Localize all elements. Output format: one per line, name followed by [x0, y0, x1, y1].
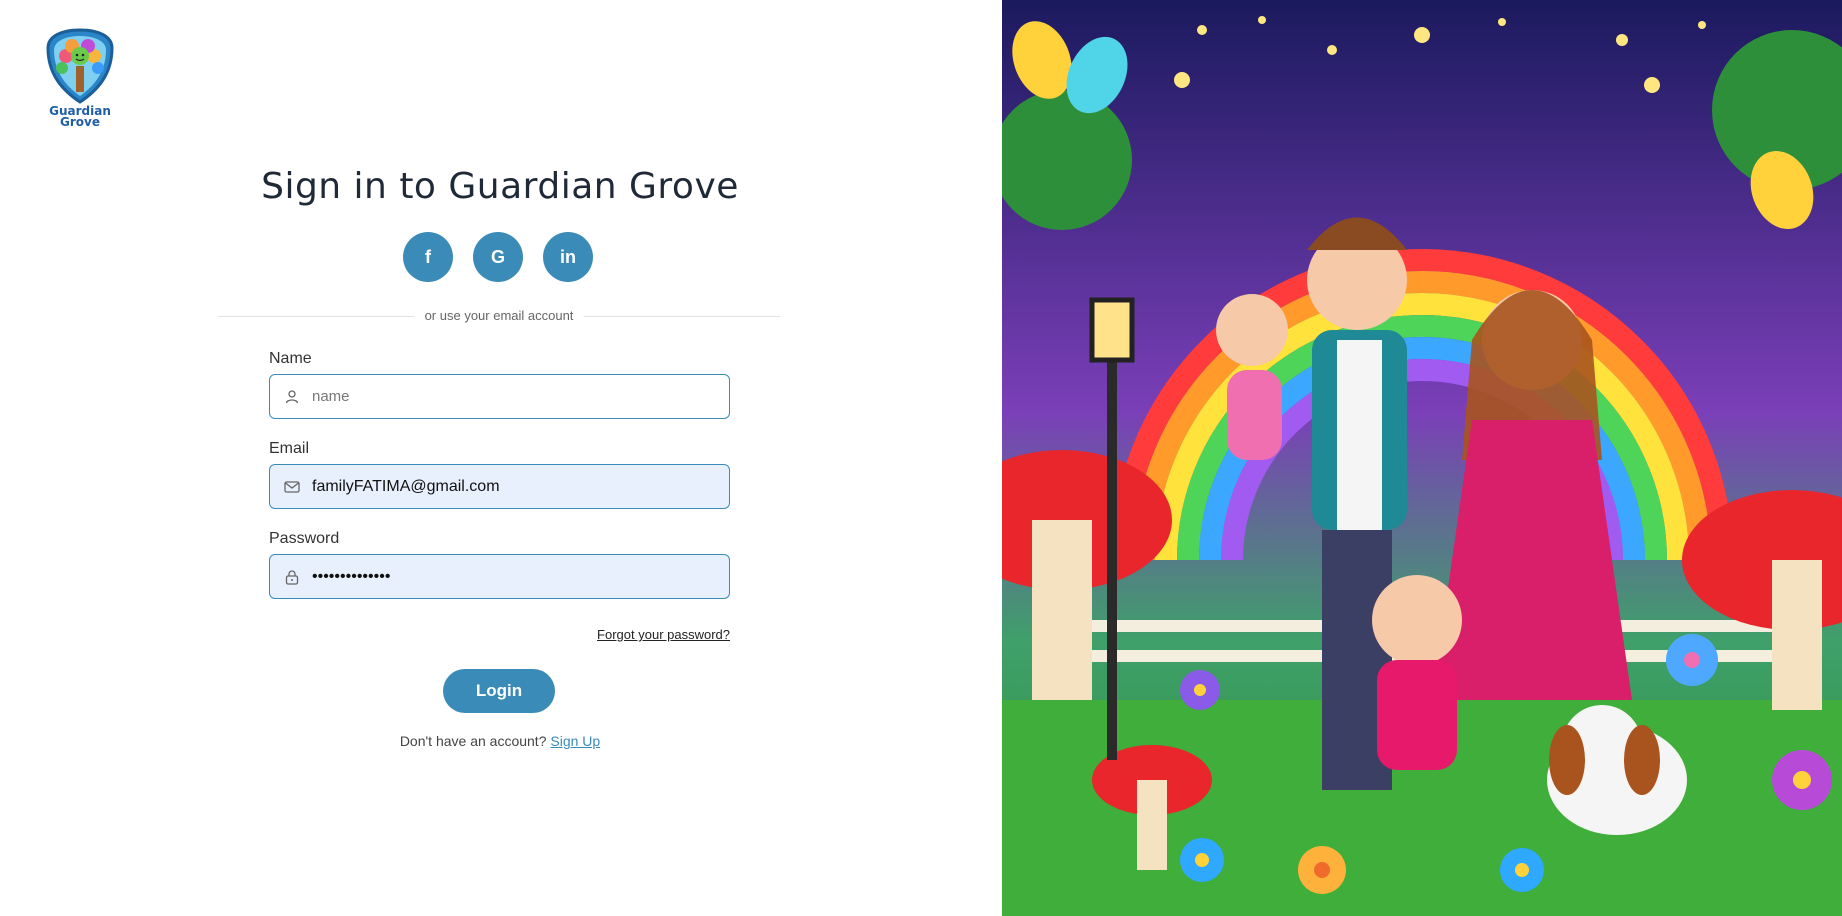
password-label: Password — [269, 530, 340, 547]
email-field[interactable] — [269, 464, 730, 509]
logo-text-line2: Grove — [60, 115, 100, 129]
signup-link[interactable]: Sign Up — [550, 733, 600, 749]
divider: or use your email account — [218, 308, 780, 324]
mail-icon — [282, 477, 302, 497]
user-icon — [282, 387, 302, 407]
family-illustration — [1002, 0, 1842, 916]
login-panel: Guardian Grove Sign in to Guardian Grove… — [0, 0, 1002, 916]
facebook-login-button[interactable]: f — [403, 232, 453, 282]
forgot-password-link[interactable]: Forgot your password? — [560, 627, 730, 642]
email-label: Email — [269, 440, 310, 457]
login-button[interactable]: Login — [443, 669, 555, 713]
password-field[interactable] — [269, 554, 730, 599]
social-login-row: f G in — [403, 232, 593, 282]
google-icon: G — [490, 246, 505, 267]
name-label: Name — [269, 350, 312, 367]
linkedin-login-button[interactable]: in — [543, 232, 593, 282]
facebook-icon: f — [425, 246, 431, 267]
signup-row: Don't have an account? Sign Up — [0, 733, 1000, 749]
lock-icon — [282, 567, 302, 587]
linkedin-icon: in — [560, 246, 576, 267]
divider-text: or use your email account — [414, 308, 584, 323]
tree-shield-icon — [46, 28, 114, 104]
page-title: Sign in to Guardian Grove — [261, 166, 739, 207]
name-field[interactable] — [269, 374, 730, 419]
email-input[interactable] — [312, 477, 712, 496]
google-login-button[interactable]: G — [473, 232, 523, 282]
name-input[interactable] — [312, 387, 712, 406]
cartoon-family-image — [1002, 0, 1842, 916]
signup-prompt: Don't have an account? — [399, 733, 547, 749]
guardian-grove-logo[interactable]: Guardian Grove — [40, 26, 120, 132]
password-input[interactable] — [312, 567, 712, 586]
